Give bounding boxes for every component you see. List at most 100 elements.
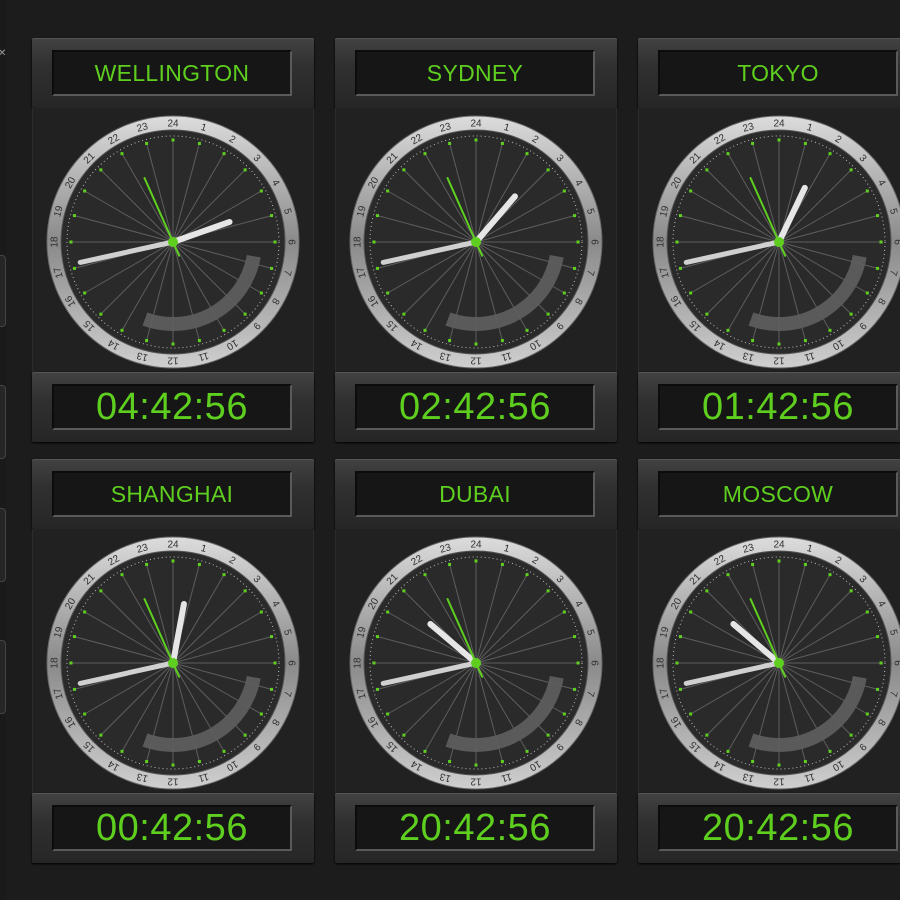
city-bar: DUBAI bbox=[335, 459, 617, 529]
hour-marker bbox=[546, 733, 550, 737]
hour-number: 12 bbox=[773, 355, 785, 366]
hour-marker bbox=[145, 339, 149, 343]
hour-marker bbox=[828, 749, 832, 753]
hour-marker bbox=[171, 342, 175, 346]
hour-marker bbox=[197, 760, 201, 764]
hour-marker bbox=[72, 214, 76, 218]
hour-marker bbox=[705, 168, 709, 172]
hour-marker bbox=[803, 562, 807, 566]
sidebar-tab[interactable] bbox=[0, 385, 6, 459]
hour-marker bbox=[474, 559, 478, 563]
hour-marker bbox=[222, 152, 226, 156]
clock-card-wellington[interactable]: WELLINGTON 24 1 2 3 4 5 6 7 8 9 10 11 12 13 14 15 16 17 18… bbox=[32, 38, 314, 442]
time-bar: 04:42:56 bbox=[32, 372, 314, 442]
city-name: MOSCOW bbox=[722, 480, 834, 507]
hour-marker bbox=[259, 291, 263, 295]
hour-number: 6 bbox=[286, 239, 297, 245]
hour-marker bbox=[72, 266, 76, 270]
hour-marker bbox=[546, 312, 550, 316]
sidebar-tab[interactable] bbox=[0, 255, 6, 327]
analog-clock: 241234567891011121314151617181920212223 bbox=[638, 529, 900, 793]
hour-marker bbox=[500, 760, 504, 764]
hour-marker bbox=[777, 763, 781, 767]
clock-card-sydney[interactable]: SYDNEY 24 1 2 3 4 5 6 7 8 9 10 11 12 13 14 15 16 17 18 19 20… bbox=[335, 38, 617, 442]
digital-time: 00:42:56 bbox=[96, 806, 248, 849]
city-display: SHANGHAI bbox=[52, 471, 292, 517]
hour-marker bbox=[803, 760, 807, 764]
analog-clock: 241234567891011121314151617181920212223 bbox=[335, 108, 617, 372]
hour-marker bbox=[145, 562, 149, 566]
analog-clock: 241234567891011121314151617181920212223 bbox=[32, 108, 314, 372]
hour-marker bbox=[402, 312, 406, 316]
clock-card-shanghai[interactable]: SHANGHAI 24 1 2 3 4 5 6 7 8 9 10 11 12 13 14 15 16 17 18 19… bbox=[32, 459, 314, 863]
time-display: 00:42:56 bbox=[52, 805, 292, 851]
sidebar-tab[interactable] bbox=[0, 640, 6, 714]
sidebar-tab[interactable] bbox=[0, 508, 6, 582]
hour-marker bbox=[525, 152, 529, 156]
clock-card-moscow[interactable]: MOSCOW 241234567891011121314151617181920… bbox=[638, 459, 900, 863]
analog-clock: 241234567891011121314151617181920212223 bbox=[32, 529, 314, 793]
hour-marker bbox=[803, 141, 807, 145]
hour-marker bbox=[562, 291, 566, 295]
hour-marker bbox=[270, 214, 274, 218]
hour-marker bbox=[423, 328, 427, 332]
hour-marker bbox=[865, 712, 869, 716]
hour-marker bbox=[500, 339, 504, 343]
hour-marker bbox=[678, 635, 682, 639]
analog-clock: 241234567891011121314151617181920212223 bbox=[638, 108, 900, 372]
hour-number: 18 bbox=[50, 657, 61, 669]
center-cap bbox=[168, 658, 178, 668]
hour-number: 6 bbox=[589, 660, 600, 666]
hour-marker bbox=[573, 687, 577, 691]
hour-marker bbox=[849, 312, 853, 316]
hour-marker bbox=[675, 240, 679, 244]
hour-marker bbox=[546, 589, 550, 593]
hour-marker bbox=[562, 610, 566, 614]
hour-marker bbox=[474, 138, 478, 142]
clock-dial: 241234567891011121314151617181920212223 bbox=[652, 536, 900, 790]
hour-marker bbox=[678, 266, 682, 270]
hour-number: 12 bbox=[470, 776, 482, 787]
hour-marker bbox=[678, 687, 682, 691]
hour-number: 24 bbox=[167, 119, 179, 130]
city-bar: SHANGHAI bbox=[32, 459, 314, 529]
hour-marker bbox=[849, 589, 853, 593]
hour-marker bbox=[865, 291, 869, 295]
clock-card-tokyo[interactable]: TOKYO 2412345678910111213141516171819202… bbox=[638, 38, 900, 442]
city-bar: MOSCOW bbox=[638, 459, 900, 529]
hour-marker bbox=[145, 760, 149, 764]
hour-marker bbox=[751, 760, 755, 764]
left-sidebar-edge: ✕ bbox=[0, 0, 6, 900]
hour-number: 12 bbox=[167, 776, 179, 787]
hour-marker bbox=[273, 240, 277, 244]
hour-marker bbox=[222, 328, 226, 332]
hour-marker bbox=[500, 562, 504, 566]
clock-card-dubai[interactable]: DUBAI 24 1 2 3 4 5 6 7 8 9 10 11 12 13 14 15 16 17 18 19 20 2… bbox=[335, 459, 617, 863]
hour-marker bbox=[145, 141, 149, 145]
center-cap bbox=[168, 237, 178, 247]
time-display: 20:42:56 bbox=[658, 805, 898, 851]
hour-marker bbox=[726, 573, 730, 577]
hour-marker bbox=[689, 291, 693, 295]
hour-marker bbox=[562, 189, 566, 193]
hour-number: 18 bbox=[656, 657, 667, 669]
hour-marker bbox=[83, 610, 87, 614]
city-name: SHANGHAI bbox=[110, 480, 234, 507]
hour-marker bbox=[83, 189, 87, 193]
city-display: SYDNEY bbox=[355, 50, 595, 96]
hour-number: 12 bbox=[470, 355, 482, 366]
city-name: WELLINGTON bbox=[94, 59, 250, 86]
city-name: SYDNEY bbox=[426, 59, 524, 86]
hour-marker bbox=[448, 141, 452, 145]
hour-marker bbox=[222, 749, 226, 753]
hour-marker bbox=[69, 661, 73, 665]
hour-marker bbox=[120, 328, 124, 332]
hour-marker bbox=[777, 342, 781, 346]
hour-marker bbox=[751, 141, 755, 145]
hour-marker bbox=[270, 266, 274, 270]
hour-marker bbox=[197, 339, 201, 343]
hour-marker bbox=[777, 138, 781, 142]
hour-marker bbox=[243, 733, 247, 737]
hour-marker bbox=[423, 749, 427, 753]
clock-dial: 241234567891011121314151617181920212223 bbox=[349, 115, 603, 369]
